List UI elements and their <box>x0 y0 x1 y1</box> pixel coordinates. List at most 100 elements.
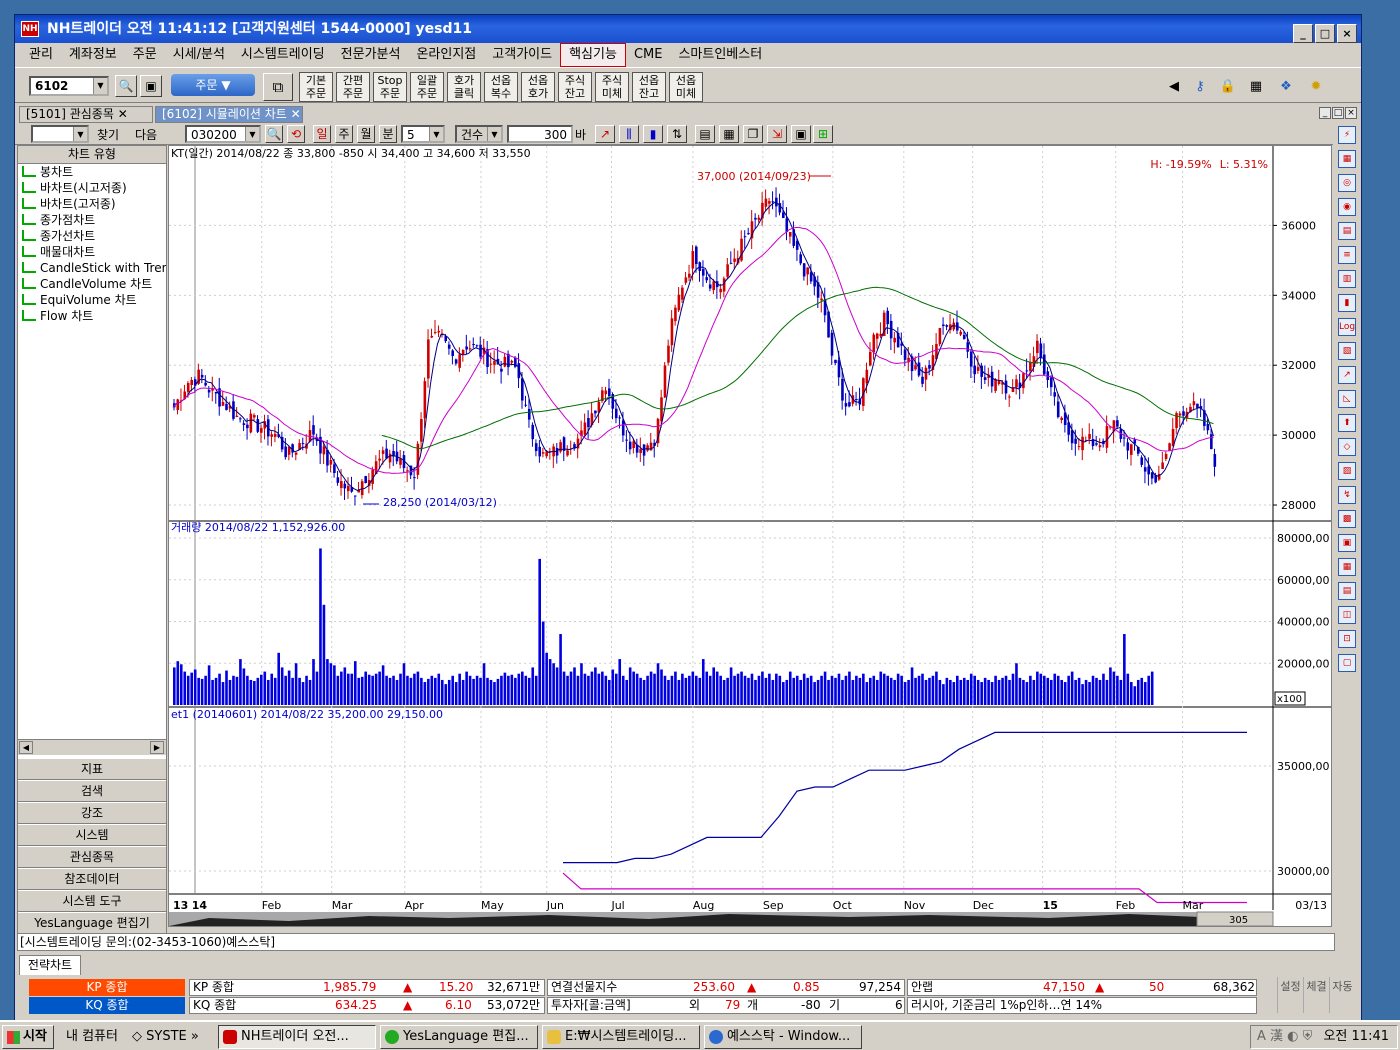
menu-item-4[interactable]: 시스템트레이딩 <box>233 44 333 66</box>
order-shortcut-button[interactable]: 선옵 잔고 <box>632 72 666 102</box>
chart-tool-icon[interactable]: ▦ <box>1338 558 1356 576</box>
chart-tool-icon[interactable]: ◉ <box>1338 198 1356 216</box>
chart-type-item[interactable]: 종가점차트 <box>18 212 166 228</box>
period-minute-button[interactable]: 분 <box>379 125 397 143</box>
chart-tool-icon[interactable]: ▮ <box>1338 294 1356 312</box>
start-button[interactable]: 시작 <box>2 1025 54 1049</box>
save-icon[interactable]: ▣ <box>140 75 162 97</box>
back-arrow-icon[interactable]: ◀ <box>1165 78 1183 96</box>
title-bar[interactable]: NH NH트레이더 오전 11:41:12 [고객지원센터 1544-0000]… <box>15 15 1361 43</box>
grid-icon[interactable]: ▦ <box>719 125 739 143</box>
chevron-down-icon[interactable]: ▼ <box>73 127 87 141</box>
strategy-chart-tab[interactable]: 전략차트 <box>19 955 81 975</box>
chart-tool-icon[interactable]: ▦ <box>1338 150 1356 168</box>
lock-icon[interactable]: 🔒 <box>1219 78 1237 96</box>
chart-type-item[interactable]: CandleVolume 차트 <box>18 276 166 292</box>
open-folder-icon[interactable]: ⊞ <box>813 125 833 143</box>
menu-item-2[interactable]: 주문 <box>125 44 165 66</box>
chart-svg[interactable]: KT(일간) 2014/08/22 종 33,800 -850 시 34,400… <box>169 146 1331 927</box>
panel-button[interactable]: 강조 <box>18 802 166 824</box>
search-icon[interactable]: 🔍 <box>115 75 137 97</box>
news-headline[interactable]: 러시아, 기준금리 1%p인하…연 14% <box>911 997 1102 1013</box>
close-button[interactable]: × <box>1337 24 1357 43</box>
tab-simulation-chart[interactable]: [6102] 시뮬레이션 차트 ✕ <box>155 106 303 123</box>
chart-tool-icon[interactable]: ▤ <box>1338 222 1356 240</box>
panel-button[interactable]: 지표 <box>18 758 166 780</box>
chart-type-combo[interactable]: ▼ <box>31 125 89 143</box>
panel-button[interactable]: 관심종목 <box>18 846 166 868</box>
period-month-button[interactable]: 월 <box>357 125 375 143</box>
quick-launch-system[interactable]: ◇ SYSTE » <box>132 1025 199 1049</box>
chart-tool-icon[interactable]: ◺ <box>1338 390 1356 408</box>
menu-item-1[interactable]: 계좌정보 <box>61 44 125 66</box>
order-shortcut-button[interactable]: 주식 미체 <box>595 72 629 102</box>
menu-item-8[interactable]: 핵심기능 <box>560 43 626 67</box>
minute-combo[interactable]: 5 ▼ <box>401 125 445 143</box>
chart-tool-icon[interactable]: ◇ <box>1338 438 1356 456</box>
calculator-icon[interactable]: ▦ <box>1247 78 1265 96</box>
tray-icons[interactable]: A 漢 ◐ ⛨ <box>1251 1026 1312 1048</box>
chart-tool-icon[interactable]: ◎ <box>1338 174 1356 192</box>
count-input[interactable]: 300 <box>507 125 573 143</box>
settings-gear-icon[interactable]: ✹ <box>1307 78 1325 96</box>
chevron-down-icon[interactable]: ▼ <box>93 78 107 94</box>
save-icon[interactable]: ▣ <box>791 125 811 143</box>
menu-item-10[interactable]: 스마트인베스터 <box>670 44 770 66</box>
close-icon[interactable]: ✕ <box>118 107 128 121</box>
period-day-button[interactable]: 일 <box>313 125 331 143</box>
chart-tool-icon[interactable]: ▣ <box>1338 534 1356 552</box>
find-button[interactable]: 찾기 <box>97 126 119 143</box>
panel-button[interactable]: 검색 <box>18 780 166 802</box>
menu-item-7[interactable]: 고객가이드 <box>484 44 560 66</box>
chevron-down-icon[interactable]: ▼ <box>429 127 443 141</box>
quick-launch-my-computer[interactable]: 내 컴퓨터 <box>66 1025 118 1049</box>
candle-icon[interactable]: ⫼ <box>619 125 639 143</box>
panel-button[interactable]: 시스템 <box>18 824 166 846</box>
copy-icon[interactable]: ❐ <box>743 125 763 143</box>
kp-tag[interactable]: KP 종합 <box>29 979 185 996</box>
order-button[interactable]: 주문 ▼ <box>171 74 255 96</box>
chevron-down-icon[interactable]: ▼ <box>487 127 501 141</box>
menu-item-9[interactable]: CME <box>626 44 671 66</box>
chart-tool-icon[interactable]: Log <box>1338 318 1356 336</box>
task-browser[interactable]: 예스스탁 - Window... <box>704 1025 862 1049</box>
network-icon[interactable]: ❖ <box>1277 78 1295 96</box>
chart-tool-icon[interactable]: ▥ <box>1338 270 1356 288</box>
ticker-side-button[interactable]: 설정 <box>1277 977 1303 1013</box>
ticker-side-button[interactable]: 체결 <box>1303 977 1329 1013</box>
close-icon[interactable]: ✕ <box>291 107 301 121</box>
key-icon[interactable]: ⚷ <box>1191 78 1209 96</box>
chart-type-item[interactable]: CandleStick with Trend <box>18 260 166 276</box>
order-shortcut-button[interactable]: 기본 주문 <box>299 72 333 102</box>
tab-watchlist[interactable]: [5101] 관심종목 ✕ <box>19 106 153 123</box>
updown-icon[interactable]: ⇅ <box>667 125 687 143</box>
document-icon[interactable]: ▤ <box>695 125 715 143</box>
menu-item-3[interactable]: 시세/분석 <box>165 44 233 66</box>
screen-number-combo[interactable]: 6102 ▼ <box>29 76 109 96</box>
chart-type-item[interactable]: EquiVolume 차트 <box>18 292 166 308</box>
panel-button[interactable]: YesLanguage 편집기 <box>18 912 166 934</box>
menu-item-0[interactable]: 관리 <box>21 44 61 66</box>
refresh-icon[interactable]: ⟲ <box>287 125 305 143</box>
chevron-down-icon[interactable]: ▼ <box>245 127 259 141</box>
export-icon[interactable]: ⇲ <box>767 125 787 143</box>
kq-tag[interactable]: KQ 종합 <box>29 997 185 1014</box>
chart-type-item[interactable]: 바차트(시고저종) <box>18 180 166 196</box>
chart-tool-icon[interactable]: ▨ <box>1338 462 1356 480</box>
ticker-side-button[interactable]: 자동 <box>1329 977 1355 1013</box>
order-shortcut-button[interactable]: Stop 주문 <box>373 72 407 102</box>
chart-area[interactable]: KT(일간) 2014/08/22 종 33,800 -850 시 34,400… <box>168 145 1332 927</box>
chart-type-item[interactable]: Flow 차트 <box>18 308 166 324</box>
scroll-right-icon[interactable]: ▶ <box>150 741 164 754</box>
chart-tool-icon[interactable]: ▤ <box>1338 582 1356 600</box>
line-tool-icon[interactable]: ↗ <box>595 125 615 143</box>
order-shortcut-button[interactable]: 주식 잔고 <box>558 72 592 102</box>
order-shortcut-button[interactable]: 일괄 주문 <box>410 72 444 102</box>
order-shortcut-button[interactable]: 선옵 호가 <box>521 72 555 102</box>
task-yeslanguage[interactable]: YesLanguage 편집... <box>380 1025 538 1049</box>
menu-item-6[interactable]: 온라인지점 <box>408 44 484 66</box>
mdi-close-icon[interactable]: × <box>1345 107 1357 119</box>
chart-tool-icon[interactable]: ↗ <box>1338 366 1356 384</box>
minimize-button[interactable]: _ <box>1293 24 1313 43</box>
chart-type-item[interactable]: 종가선차트 <box>18 228 166 244</box>
